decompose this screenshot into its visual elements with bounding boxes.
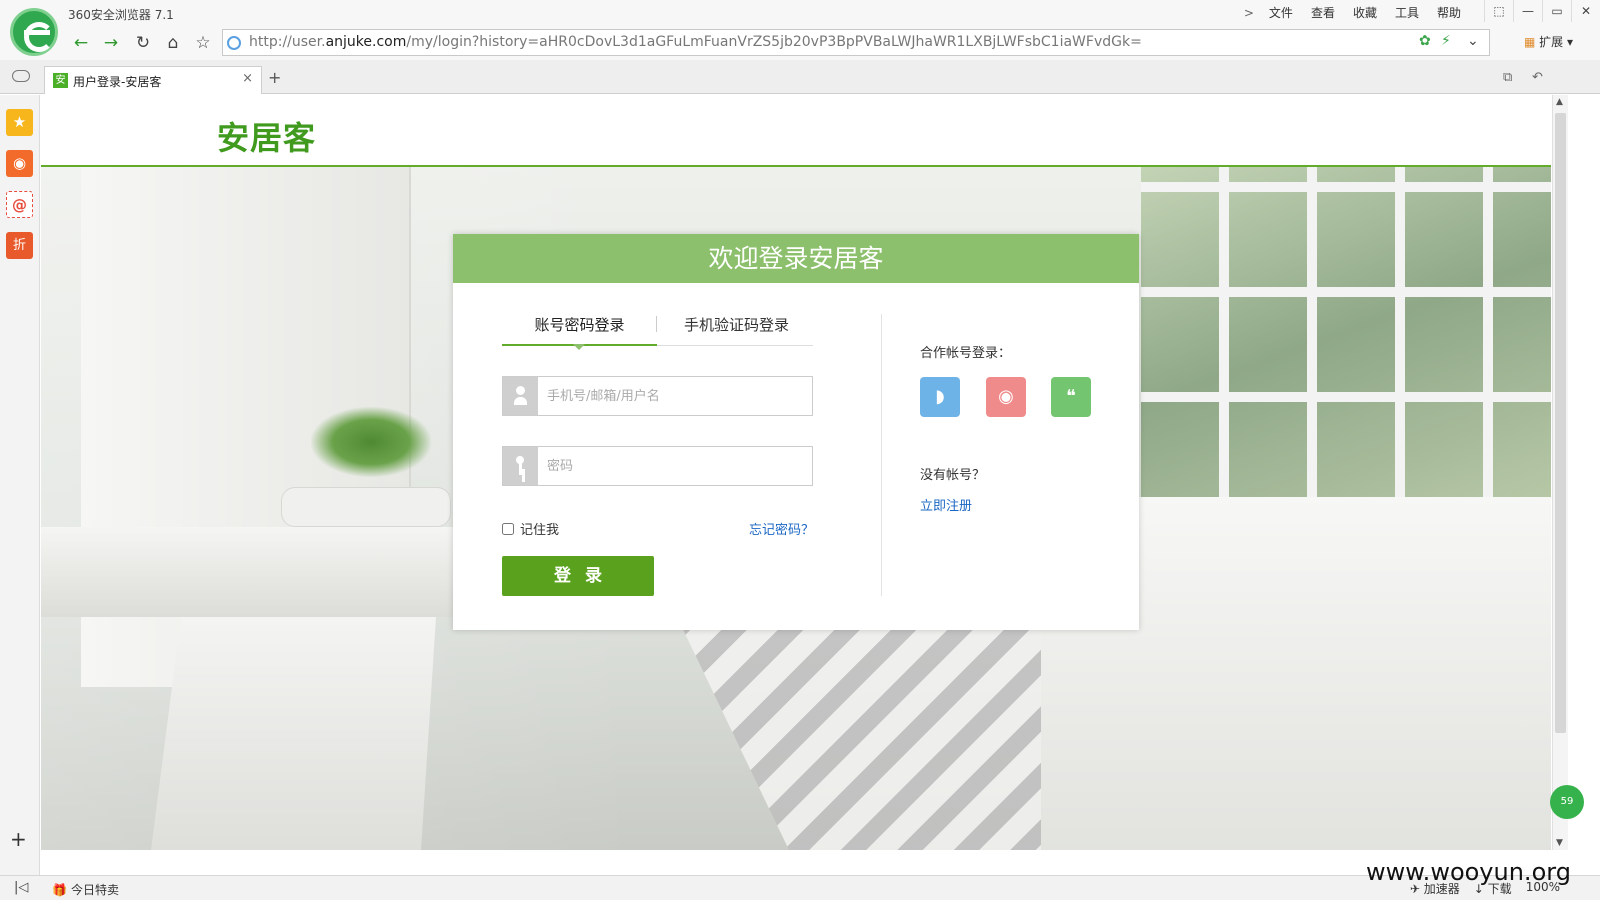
menu-expand-chevron[interactable]: > <box>1238 4 1260 22</box>
partner-login-label: 合作帐号登录： <box>920 346 1012 361</box>
key-icon <box>503 447 538 485</box>
today-deal-label: 今日特卖 <box>70 883 119 897</box>
collapse-sidebar-icon[interactable]: |◁ <box>14 880 28 895</box>
extensions-label: 扩展 <box>1539 35 1564 49</box>
background-tray <box>281 487 451 527</box>
right-edge <box>1568 95 1600 875</box>
new-tab-button[interactable]: + <box>268 68 281 87</box>
tab-login[interactable]: 安 用户登录-安居客 × <box>44 66 262 94</box>
remember-me-checkbox[interactable] <box>502 522 514 535</box>
home-icon[interactable]: ⌂ <box>160 30 186 56</box>
background-window <box>1141 167 1551 497</box>
tab-close-icon[interactable]: × <box>242 71 253 86</box>
refresh-icon[interactable]: ↻ <box>130 30 156 56</box>
weibo-icon: ◉ <box>998 386 1014 407</box>
gift-icon: 🎁 <box>52 883 67 897</box>
extensions-icon: ▦ <box>1524 35 1536 49</box>
password-field <box>502 446 813 486</box>
watermark-text: www.wooyun.org <box>1366 858 1571 886</box>
menu-file[interactable]: 文件 <box>1260 4 1302 22</box>
user-icon <box>503 377 538 415</box>
no-account-label: 没有帐号？ <box>920 468 986 483</box>
scroll-thumb[interactable] <box>1555 113 1566 733</box>
password-input[interactable] <box>547 455 802 477</box>
speed-mode-icon[interactable]: ⚡ <box>1441 33 1451 49</box>
skin-icon[interactable]: ⬚ <box>1484 0 1513 22</box>
weibo-login-button[interactable]: ◉ <box>986 377 1026 417</box>
app-title: 360安全浏览器 7.1 <box>68 8 174 22</box>
hero-background-image: 欢迎登录安居客 账号密码登录 手机验证码登录 记住我 忘记密码？ 登录 <box>41 167 1551 850</box>
login-header: 欢迎登录安居客 <box>453 234 1139 283</box>
today-deal-link[interactable]: 🎁 今日特卖 <box>52 881 119 898</box>
wechat-icon: ❝ <box>1066 386 1076 407</box>
address-bar[interactable]: http://user.anjuke.com/my/login?history=… <box>222 29 1490 56</box>
menu-help[interactable]: 帮助 <box>1428 4 1470 22</box>
secure-icon[interactable]: ✿ <box>1419 33 1431 49</box>
status-bar: |◁ 🎁 今日特卖 ✈ 加速器 ↓ 下载 100% <box>0 875 1600 900</box>
dropdown-chevron-icon[interactable]: ⌄ <box>1467 33 1479 49</box>
speed-badge[interactable]: 59 <box>1550 785 1584 819</box>
star-icon[interactable]: ☆ <box>190 30 216 56</box>
register-link[interactable]: 立即注册 <box>920 495 972 514</box>
undo-close-icon[interactable]: ↶ <box>1532 70 1543 85</box>
tab-divider <box>656 316 657 332</box>
add-sidebar-item-icon[interactable]: + <box>10 827 27 851</box>
tab-title: 用户登录-安居客 <box>73 75 162 89</box>
web-page: 安居客 欢迎登录安居客 账号密码登录 手机验证码登录 手机号/邮箱/用户名 记住… <box>41 95 1551 850</box>
browser-logo-icon[interactable] <box>10 8 58 56</box>
window-controls: ⬚ — ▭ ✕ <box>1484 0 1600 22</box>
tab-password-login[interactable]: 账号密码登录 <box>502 312 657 350</box>
tab-bar: 安 用户登录-安居客 × + ⧉ ↶ <box>0 60 1600 94</box>
menu-bar: > 文件 查看 收藏 工具 帮助 <box>1238 4 1470 22</box>
close-window-button[interactable]: ✕ <box>1571 0 1600 22</box>
wechat-login-button[interactable]: ❝ <box>1051 377 1091 417</box>
menu-tools[interactable]: 工具 <box>1386 4 1428 22</box>
panel-divider <box>881 314 882 596</box>
extensions-button[interactable]: ▦ 扩展 ▾ <box>1524 33 1573 50</box>
left-sidebar: ★ ◉ @ 折 + <box>0 95 40 875</box>
favorites-icon[interactable]: ★ <box>6 109 33 136</box>
maximize-button[interactable]: ▭ <box>1542 0 1571 22</box>
login-panel: 欢迎登录安居客 账号密码登录 手机验证码登录 记住我 忘记密码？ 登录 <box>453 234 1139 630</box>
url-text[interactable]: http://user.anjuke.com/my/login?history=… <box>249 34 1142 50</box>
page-scrollbar[interactable]: ▲ ▼ <box>1552 95 1568 850</box>
site-header: 安居客 <box>41 95 1551 167</box>
tab-sms-login[interactable]: 手机验证码登录 <box>660 312 813 346</box>
forward-icon[interactable]: → <box>98 30 124 56</box>
background-chair <box>151 617 436 850</box>
menu-view[interactable]: 查看 <box>1302 4 1344 22</box>
weibo-icon[interactable]: ◉ <box>6 150 33 177</box>
login-tabs: 账号密码登录 手机验证码登录 <box>502 312 813 350</box>
background-plant <box>311 407 431 477</box>
back-icon[interactable]: ← <box>68 30 94 56</box>
menu-favorites[interactable]: 收藏 <box>1344 4 1386 22</box>
remember-me[interactable]: 记住我 <box>502 519 559 538</box>
scroll-up-icon[interactable]: ▲ <box>1556 97 1563 107</box>
navigation-bar: ← → ↻ ⌂ ☆ http://user.anjuke.com/my/logi… <box>0 26 1600 60</box>
forgot-password-link[interactable]: 忘记密码？ <box>749 519 814 538</box>
qq-icon: ◗ <box>935 386 945 407</box>
tab-list-icon[interactable]: ⧉ <box>1503 70 1512 85</box>
mail-icon[interactable]: @ <box>6 191 33 218</box>
minimize-button[interactable]: — <box>1513 0 1542 22</box>
username-field <box>502 376 813 416</box>
login-button[interactable]: 登录 <box>502 556 654 596</box>
site-info-icon[interactable] <box>227 36 241 50</box>
tab-favicon: 安 <box>53 73 68 88</box>
window-titlebar: 360安全浏览器 7.1 > 文件 查看 收藏 工具 帮助 ⬚ — ▭ ✕ <box>0 0 1600 26</box>
background-counter <box>41 527 511 617</box>
discount-icon[interactable]: 折 <box>6 232 33 259</box>
remember-me-label: 记住我 <box>520 523 560 538</box>
qq-login-button[interactable]: ◗ <box>920 377 960 417</box>
scroll-down-icon[interactable]: ▼ <box>1556 838 1563 848</box>
username-input[interactable] <box>547 385 802 407</box>
cloud-icon[interactable] <box>12 70 30 82</box>
site-logo[interactable]: 安居客 <box>217 113 316 159</box>
